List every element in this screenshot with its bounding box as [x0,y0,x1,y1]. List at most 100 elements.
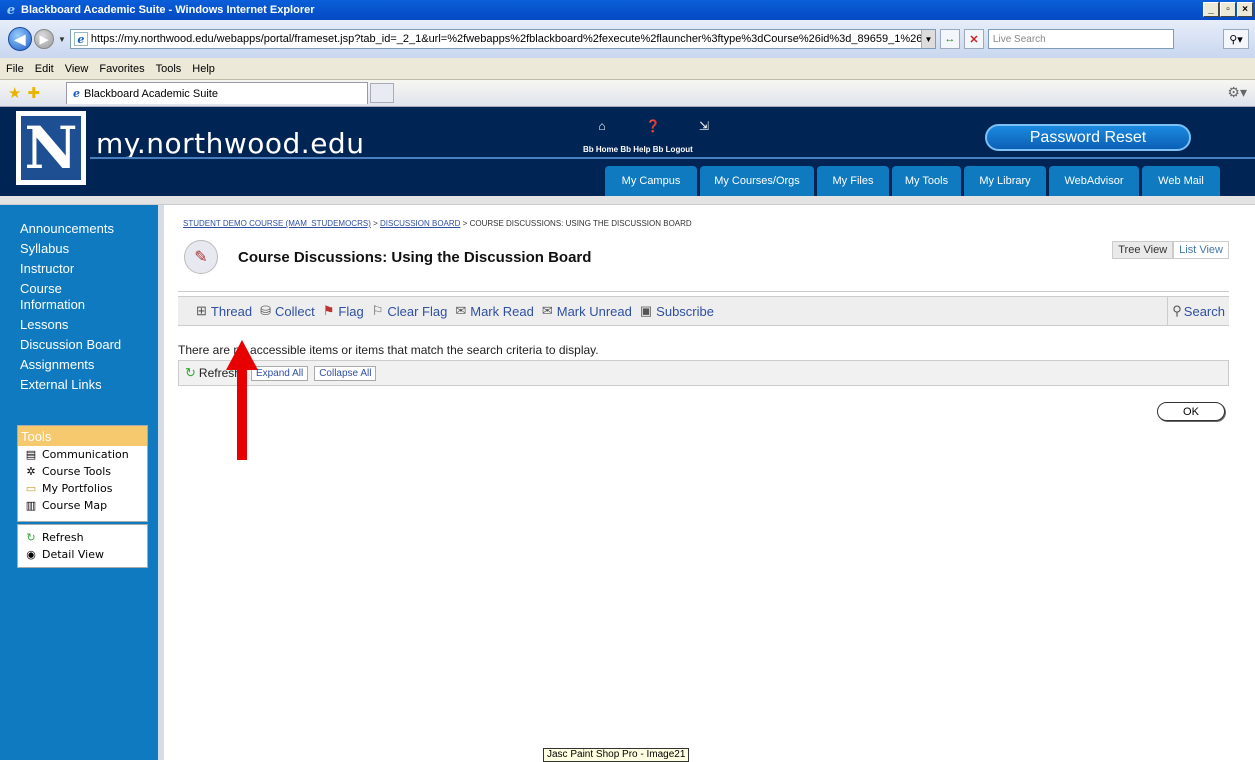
tool-course-tools[interactable]: ✲ Course Tools [18,463,147,480]
header-divider [178,291,1229,292]
tool-communication[interactable]: ▤ Communication [18,446,147,463]
sidebar-item-instructor[interactable]: Instructor [20,261,121,277]
refresh-list-icon[interactable]: ↻ [185,365,196,381]
menu-file[interactable]: File [6,63,24,75]
live-search-input[interactable]: Live Search [987,29,1174,49]
sidebar-item-discussion-board[interactable]: Discussion Board [20,337,121,353]
tools-gear-icon[interactable]: ⚙▾ [1227,84,1247,101]
sidebar-item-assignments[interactable]: Assignments [20,357,121,373]
search-button[interactable]: ⚲ Search [1167,297,1229,325]
subscribe-button[interactable]: ▣ Subscribe [640,303,714,319]
clear-flag-icon: ⚐ [371,303,384,318]
tree-view-button[interactable]: Tree View [1112,241,1174,259]
breadcrumb-discussion-board[interactable]: DISCUSSION BOARD [380,219,460,228]
course-sidebar: Announcements Syllabus Instructor Course… [0,205,164,760]
expand-all-button[interactable]: Expand All [250,365,309,381]
tab-web-mail[interactable]: Web Mail [1142,166,1220,196]
address-bar: ◀ ▶ ▼ e https://my.northwood.edu/webapps… [0,20,1255,58]
mark-read-icon: ✉ [455,303,467,318]
url-field[interactable]: e https://my.northwood.edu/webapps/porta… [69,29,936,49]
collapse-all-button[interactable]: Collapse All [314,365,377,381]
sidebar-item-syllabus[interactable]: Syllabus [20,241,121,257]
add-favorites-icon[interactable]: ✚ [27,84,40,102]
menu-view[interactable]: View [65,63,89,75]
detail-view-icon: ◉ [26,548,36,561]
list-view-button[interactable]: List View [1173,241,1229,259]
sidebar-item-course-information[interactable]: Course Information [20,281,110,313]
breadcrumb: STUDENT DEMO COURSE (MAM_STUDEMOCRS) > D… [183,219,692,228]
menu-favorites[interactable]: Favorites [99,63,144,75]
sidebar-detail-view[interactable]: ◉ Detail View [18,546,147,563]
new-tab-button[interactable] [370,83,395,103]
bb-logout-icon[interactable]: ⇲ [684,119,724,133]
tab-webadvisor[interactable]: WebAdvisor [1049,166,1139,196]
window-title: Blackboard Academic Suite - Windows Inte… [21,4,315,16]
url-dropdown-icon[interactable]: ▼ [920,30,935,48]
flag-icon: ⚑ [322,303,335,318]
password-reset-button[interactable]: Password Reset [985,124,1191,151]
flag-button[interactable]: ⚑ Flag [323,303,364,319]
tab-my-files[interactable]: My Files [817,166,889,196]
menu-edit[interactable]: Edit [35,63,54,75]
portal-subbar [0,196,1255,205]
course-menu: Announcements Syllabus Instructor Course… [20,221,121,397]
tool-course-map[interactable]: ▥ Course Map [18,497,147,514]
bb-links[interactable]: Bb Home Bb Help Bb Logout [583,145,693,154]
favorites-star-icon[interactable]: ★ [8,84,21,102]
tool-my-portfolios[interactable]: ▭ My Portfolios [18,480,147,497]
tab-my-campus[interactable]: My Campus [605,166,697,196]
mark-read-button[interactable]: ✉ Mark Read [455,303,533,319]
ie-icon: e [6,2,16,18]
close-button[interactable]: × [1237,2,1253,17]
course-map-icon: ▥ [25,499,37,512]
thread-button[interactable]: ⊞ Thread [196,303,252,319]
list-actions: ↻ Refresh Expand All Collapse All [178,360,1229,386]
subscribe-icon: ▣ [639,303,653,318]
page-header: ✎ Course Discussions: Using the Discussi… [184,240,591,274]
title-bar: e Blackboard Academic Suite - Windows In… [0,0,1255,20]
portal-tabs: My Campus My Courses/Orgs My Files My To… [605,166,1220,196]
view-toggle: Tree View List View [1112,241,1229,259]
refresh-icon: ↻ [26,531,36,544]
stop-button[interactable]: ✕ [963,29,984,49]
bb-help-icon[interactable]: ❓ [633,119,673,133]
main-content: STUDENT DEMO COURSE (MAM_STUDEMOCRS) > D… [170,205,1255,760]
page-icon: e [73,32,88,46]
action-toolbar: ⊞ Thread ⛁ Collect ⚑ Flag ⚐ Clear Flag ✉ Mark… [178,296,1229,326]
clear-flag-button[interactable]: ⚐ Clear Flag [372,303,448,319]
tools-panel: Tools ▤ Communication ✲ Course Tools ▭ My P… [17,425,148,522]
refresh-browser-button[interactable]: ↔ [939,29,960,49]
search-go-icon[interactable]: ⚲▾ [1223,29,1249,49]
arrow-shaft [237,370,247,460]
history-dropdown-icon[interactable]: ▼ [58,35,66,44]
minimize-button[interactable]: _ [1203,2,1219,17]
view-panel: ↻ Refresh ◉ Detail View [17,524,148,568]
discussion-board-icon: ✎ [184,240,218,274]
thread-icon: ⊞ [196,303,207,318]
course-tools-icon: ✲ [26,465,36,478]
tab-my-courses[interactable]: My Courses/Orgs [700,166,814,196]
sidebar-item-lessons[interactable]: Lessons [20,317,121,333]
browser-tab[interactable]: e Blackboard Academic Suite [66,82,369,104]
back-button[interactable]: ◀ [8,27,32,51]
collect-button[interactable]: ⛁ Collect [260,303,315,319]
breadcrumb-course[interactable]: STUDENT DEMO COURSE (MAM_STUDEMOCRS) [183,219,371,228]
tab-ie-icon: e [73,87,81,100]
portfolio-icon: ▭ [25,482,37,495]
arrow-head [226,340,258,370]
bb-home-icon[interactable]: ⌂ [582,119,622,133]
forward-button[interactable]: ▶ [34,29,54,49]
tab-my-tools[interactable]: My Tools [892,166,961,196]
sidebar-item-external-links[interactable]: External Links [20,377,121,393]
sidebar-item-announcements[interactable]: Announcements [20,221,121,237]
search-icon: ⚲ [1172,303,1182,318]
menu-tools[interactable]: Tools [156,63,182,75]
banner-divider [90,157,1255,159]
maximize-button[interactable]: ▫ [1220,2,1236,17]
portal-banner: N my.northwood.edu ⌂ ❓ ⇲ Bb Home Bb Help… [0,107,1255,196]
mark-unread-button[interactable]: ✉ Mark Unread [542,303,632,319]
tab-my-library[interactable]: My Library [964,166,1046,196]
ok-button[interactable]: OK [1157,402,1225,421]
menu-help[interactable]: Help [192,63,215,75]
sidebar-refresh[interactable]: ↻ Refresh [18,529,147,546]
